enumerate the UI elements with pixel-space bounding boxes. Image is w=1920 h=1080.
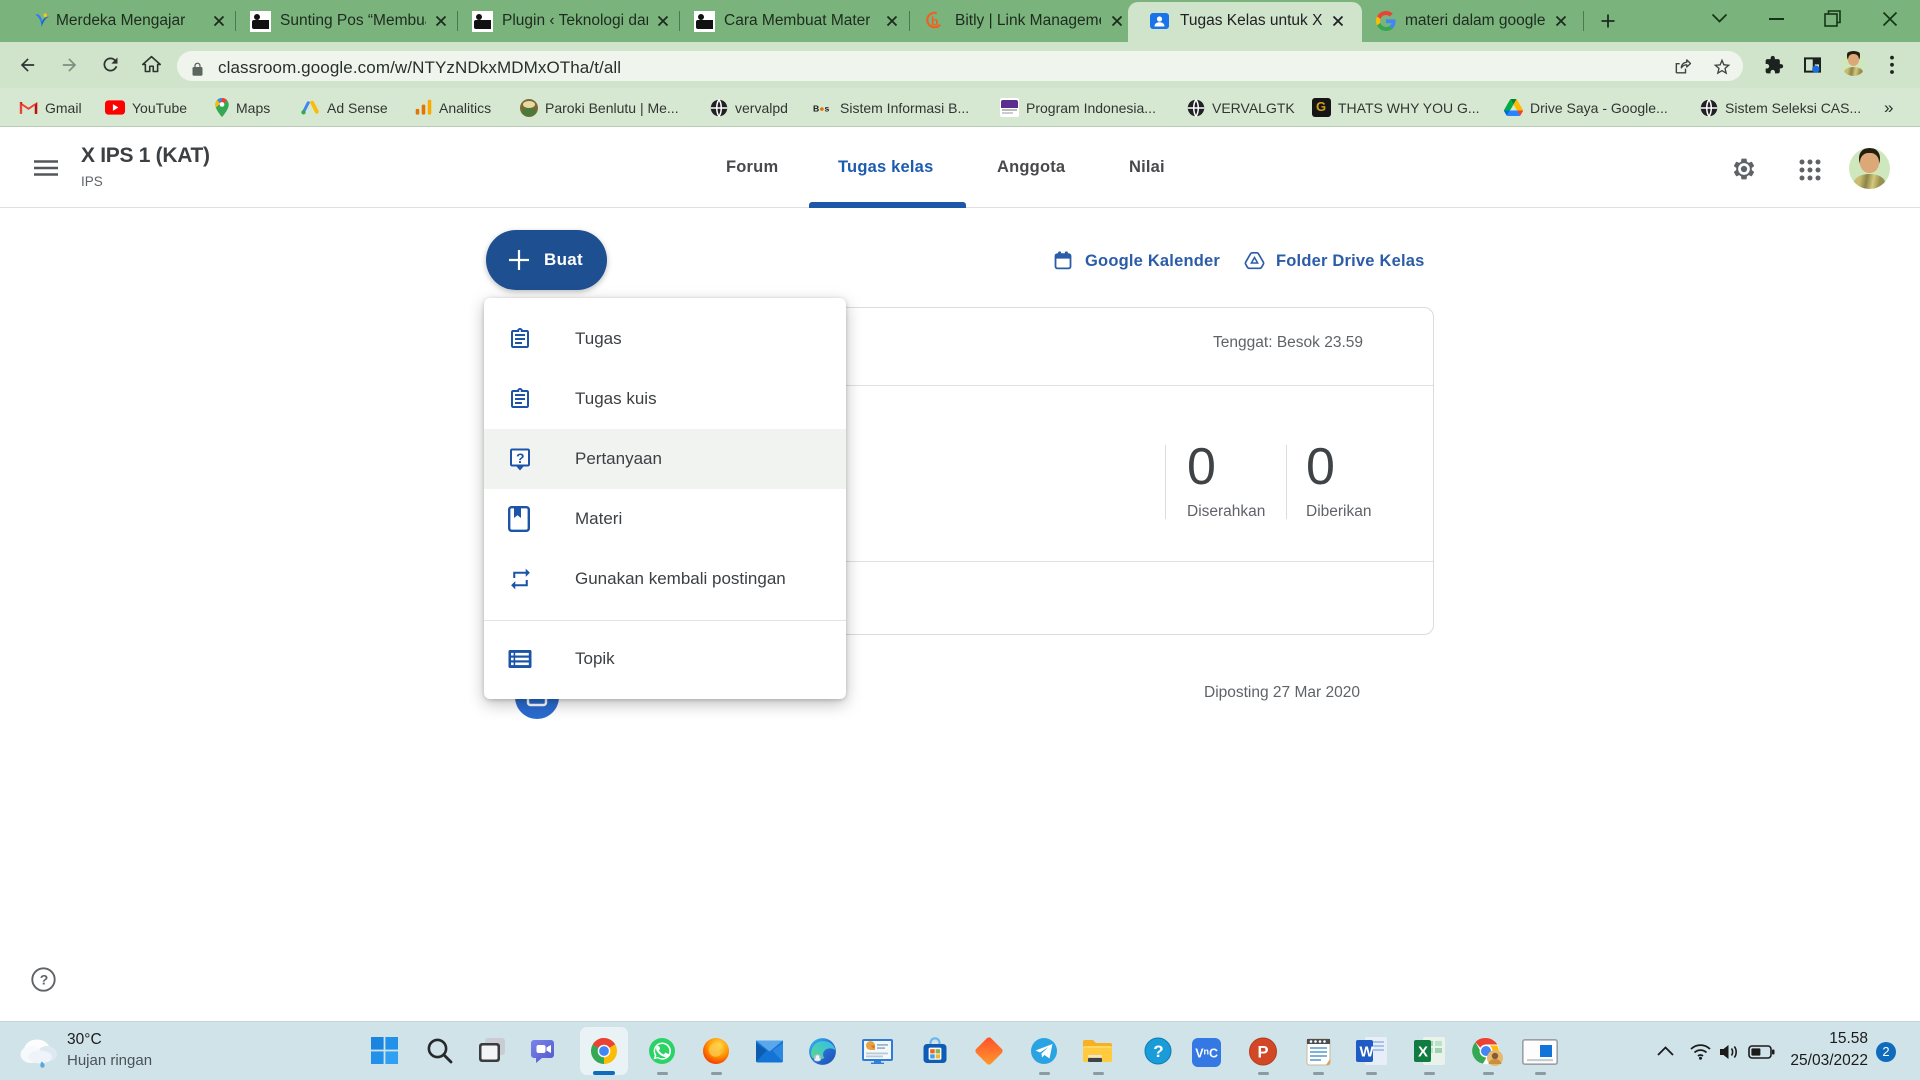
svg-text:b: b bbox=[931, 15, 938, 29]
svg-text:?: ? bbox=[40, 972, 49, 988]
svg-text:?: ? bbox=[1153, 1042, 1163, 1061]
svg-text:?: ? bbox=[516, 450, 525, 466]
svg-text:W: W bbox=[1360, 1044, 1375, 1061]
svg-text:X: X bbox=[1418, 1044, 1428, 1061]
svg-text:B●s: B●s bbox=[813, 103, 830, 113]
svg-text:P: P bbox=[1258, 1044, 1269, 1062]
